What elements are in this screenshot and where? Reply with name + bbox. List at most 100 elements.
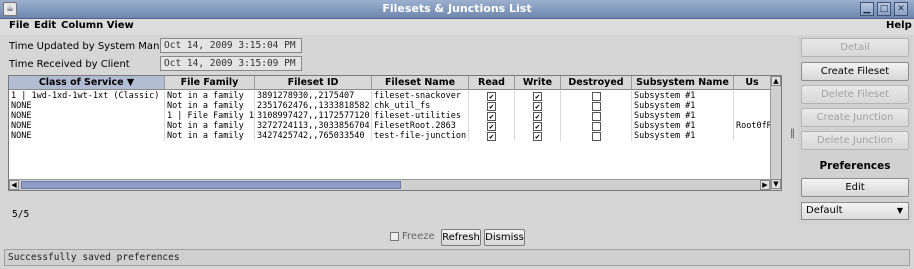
- cell-us: [734, 91, 771, 101]
- column-header-destroyed[interactable]: Destroyed: [561, 76, 632, 90]
- cell-cos: 1 | 1wd-1xd-1wt-1xt (Classic): [9, 91, 165, 101]
- minimize-icon[interactable]: ▁: [860, 2, 874, 16]
- cell-name: fileset-snackover: [372, 91, 469, 101]
- cell-subsystem: Subsystem #1: [632, 121, 734, 131]
- time-received-field: Oct 14, 2009 3:15:09 PM: [160, 56, 302, 71]
- cell-read: ✔: [469, 101, 515, 111]
- cell-us: [734, 111, 771, 121]
- column-header-us[interactable]: Us: [734, 76, 771, 90]
- table-row[interactable]: NONE Not in a family 3427425742,,765033540…: [9, 131, 771, 141]
- cell-write: ✔: [515, 131, 561, 141]
- cell-write: ✔: [515, 101, 561, 111]
- destroyed-checkbox[interactable]: [591, 112, 601, 121]
- cell-read: ✔: [469, 91, 515, 101]
- scroll-down-icon[interactable]: ▼: [771, 179, 781, 189]
- time-updated-field: Oct 14, 2009 3:15:04 PM: [160, 38, 302, 53]
- scroll-left-icon[interactable]: ◀: [9, 180, 19, 190]
- cell-write: ✔: [515, 121, 561, 131]
- menu-column-view[interactable]: Column View: [61, 20, 134, 31]
- cell-subsystem: Subsystem #1: [632, 101, 734, 111]
- column-header-read[interactable]: Read: [469, 76, 515, 90]
- column-header-write[interactable]: Write: [515, 76, 561, 90]
- write-checkbox[interactable]: ✔: [533, 102, 542, 111]
- menu-help[interactable]: Help: [886, 20, 912, 31]
- table-empty-area: [9, 152, 771, 166]
- cell-family: Not in a family: [165, 121, 255, 131]
- cell-write: ✔: [515, 91, 561, 101]
- scroll-up-icon[interactable]: ▲: [771, 76, 781, 86]
- cell-subsystem: Subsystem #1: [632, 131, 734, 141]
- refresh-button[interactable]: Refresh: [441, 229, 481, 246]
- detail-button[interactable]: Detail: [801, 38, 909, 57]
- cell-destroyed: [561, 131, 632, 141]
- create-junction-button[interactable]: Create Junction: [801, 108, 909, 127]
- delete-fileset-button[interactable]: Delete Fileset: [801, 85, 909, 104]
- table-row[interactable]: NONE Not in a family 2351762476,,133381858…: [9, 101, 771, 111]
- write-checkbox[interactable]: ✔: [533, 122, 542, 131]
- cell-us: [734, 101, 771, 111]
- status-bar: Successfully saved preferences: [4, 249, 910, 266]
- column-header-fileset-id[interactable]: Fileset ID: [255, 76, 372, 90]
- dismiss-button[interactable]: Dismiss: [484, 229, 525, 246]
- cell-destroyed: [561, 91, 632, 101]
- read-checkbox[interactable]: ✔: [487, 132, 496, 141]
- column-header-fileset-name[interactable]: Fileset Name: [372, 76, 469, 90]
- cell-us: [734, 131, 771, 141]
- destroyed-checkbox[interactable]: [591, 122, 601, 131]
- freeze-checkbox[interactable]: [390, 232, 399, 241]
- cell-id: 3272724113,,3033856704: [255, 121, 372, 131]
- destroyed-checkbox[interactable]: [591, 92, 601, 101]
- cell-cos: NONE: [9, 121, 165, 131]
- create-fileset-button[interactable]: Create Fileset: [801, 62, 909, 81]
- table-row[interactable]: NONE Not in a family 3272724113,,303385670…: [9, 121, 771, 131]
- horizontal-scroll-thumb[interactable]: [21, 181, 401, 189]
- cell-id: 3891278930,,2175407: [255, 91, 372, 101]
- cell-destroyed: [561, 121, 632, 131]
- cell-id: 3427425742,,765033540: [255, 131, 372, 141]
- close-icon[interactable]: ✕: [894, 2, 908, 16]
- cell-subsystem: Subsystem #1: [632, 91, 734, 101]
- cell-subsystem: Subsystem #1: [632, 111, 734, 121]
- filesets-table[interactable]: Class of Service ▼ File Family Fileset I…: [8, 75, 782, 191]
- title-bar: ☕ Filesets & Junctions List ▁ □ ✕: [0, 0, 914, 19]
- maximize-icon[interactable]: □: [877, 2, 891, 16]
- read-checkbox[interactable]: ✔: [487, 122, 496, 131]
- cell-id: 2351762476,,1333818582: [255, 101, 372, 111]
- menu-bar: File Edit Column View Help: [0, 19, 914, 35]
- cell-cos: NONE: [9, 101, 165, 111]
- preferences-select-value: Default: [806, 205, 843, 216]
- read-checkbox[interactable]: ✔: [487, 112, 496, 121]
- cell-us: Root0fR: [736, 121, 771, 131]
- delete-junction-button[interactable]: Delete Junction: [801, 131, 909, 150]
- cell-write: ✔: [515, 111, 561, 121]
- cell-read: ✔: [469, 131, 515, 141]
- column-header-file-family[interactable]: File Family: [165, 76, 255, 90]
- cell-name: chk_util_fs: [372, 101, 469, 111]
- scroll-right-icon[interactable]: ▶: [760, 180, 770, 190]
- destroyed-checkbox[interactable]: [591, 102, 601, 111]
- table-header: Class of Service ▼ File Family Fileset I…: [9, 76, 771, 90]
- horizontal-scrollbar[interactable]: ◀ ▶: [9, 179, 771, 190]
- vertical-scrollbar[interactable]: ▲ ▼: [770, 76, 781, 190]
- read-checkbox[interactable]: ✔: [487, 92, 496, 101]
- cell-family: Not in a family: [165, 91, 255, 101]
- column-header-class-of-service[interactable]: Class of Service ▼: [9, 76, 165, 90]
- menu-edit[interactable]: Edit: [34, 20, 56, 31]
- menu-file[interactable]: File: [9, 20, 29, 31]
- cell-name: test-file-junction: [372, 131, 469, 141]
- read-checkbox[interactable]: ✔: [487, 102, 496, 111]
- write-checkbox[interactable]: ✔: [533, 92, 542, 101]
- cell-cos: NONE: [9, 111, 165, 121]
- table-row[interactable]: 1 | 1wd-1xd-1wt-1xt (Classic) Not in a fa…: [9, 91, 771, 101]
- column-header-subsystem-name[interactable]: Subsystem Name: [632, 76, 734, 90]
- cell-destroyed: [561, 101, 632, 111]
- divider-grip-icon: ‖: [790, 128, 795, 139]
- destroyed-checkbox[interactable]: [591, 132, 601, 141]
- table-row[interactable]: NONE 1 | File Family 1 3108997427,,1172577…: [9, 111, 771, 121]
- cell-read: ✔: [469, 111, 515, 121]
- preferences-select[interactable]: Default ▼: [801, 202, 909, 220]
- write-checkbox[interactable]: ✔: [533, 112, 542, 121]
- table-body: 1 | 1wd-1xd-1wt-1xt (Classic) Not in a fa…: [9, 90, 771, 152]
- edit-preferences-button[interactable]: Edit: [801, 178, 909, 197]
- write-checkbox[interactable]: ✔: [533, 132, 542, 141]
